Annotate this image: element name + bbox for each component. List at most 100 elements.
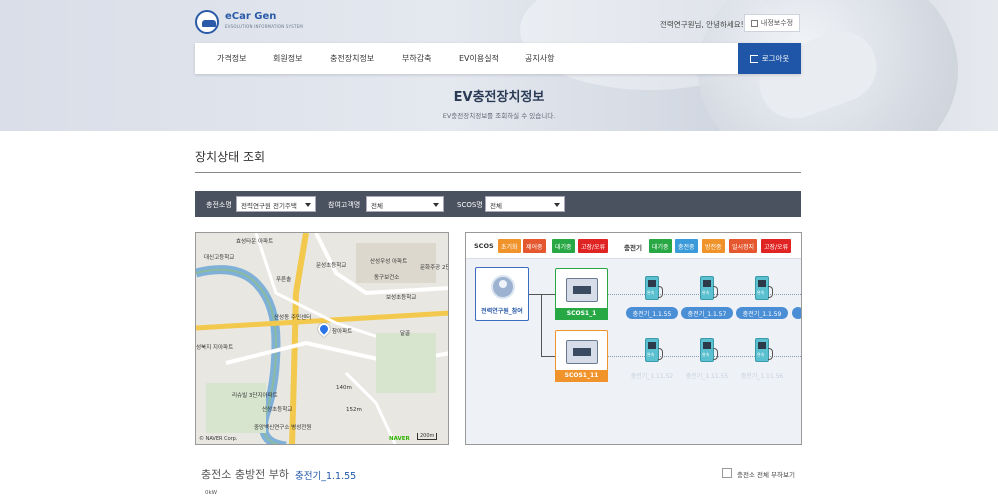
logout-button[interactable]: 로그아웃 — [738, 43, 801, 74]
tree-connector — [541, 294, 542, 356]
load-section-title: 충전소 충방전 부하 — [201, 468, 289, 481]
cable-icon — [713, 348, 718, 360]
show-all-load-checkbox[interactable] — [722, 468, 732, 478]
station-name: 전력연구원_참여 — [481, 308, 523, 315]
scos-legend-label: SCOS — [474, 242, 494, 250]
chevron-down-icon — [305, 203, 311, 207]
charger-legend-label: 충전기 — [624, 244, 642, 252]
tree-connector — [541, 356, 555, 357]
charger-node[interactable]: 완속 충전기_1.11.56 — [736, 336, 788, 392]
map-label: 대신고등학교 — [204, 255, 235, 261]
station-select-value: 전력연구원 전기주택 — [241, 202, 297, 210]
status-legend: SCOS 초기화 제어중 대기중 고장/오류 충전기 대기중 충전중 방전중 일… — [466, 233, 801, 259]
nav-item-notice[interactable]: 공지사항 — [525, 53, 554, 64]
user-icon — [491, 275, 515, 299]
cable-icon — [658, 286, 663, 298]
charger-node[interactable]: 완속 충전기_1.11.52 — [626, 336, 678, 392]
page: eCar Gen EVSOLUTION INFORMATION SYSTEM 전… — [0, 0, 998, 498]
scos-node[interactable]: SCOS1_11 — [555, 330, 608, 382]
map-label: 152m — [346, 407, 362, 413]
charger-node[interactable]: 완속 충전기_1.1.57 — [681, 274, 733, 330]
scos-status-badge: 초기화 — [498, 239, 521, 253]
scos-filter-label: SCOS명 — [457, 201, 483, 209]
section-title: 장치상태 조회 — [195, 150, 266, 164]
customer-select-value: 전체 — [371, 202, 383, 210]
map-label: 푸른솔 — [276, 277, 292, 283]
main-nav: 가격정보 회원정보 충전장치정보 부하감축 EV이용실적 공지사항 로그아웃 — [195, 43, 801, 74]
charger-status-badge: 방전중 — [702, 239, 725, 253]
scos-status-badge: 대기중 — [552, 239, 575, 253]
scos-select[interactable]: 전체 — [485, 196, 565, 212]
scos-status-badge: 제어중 — [523, 239, 546, 253]
cable-icon — [713, 286, 718, 298]
charger-icon — [700, 338, 714, 362]
charger-icon — [755, 338, 769, 362]
charger-icon — [755, 276, 769, 300]
tree-connector — [529, 294, 541, 295]
map-label: 참아파트 — [332, 329, 353, 335]
customer-select[interactable]: 전체 — [366, 196, 444, 212]
map-copyright: © NAVER Corp. — [199, 436, 238, 442]
charger-status-badge: 충전중 — [675, 239, 698, 253]
nav-item-charger-info[interactable]: 충전장치정보 — [330, 53, 374, 64]
map-label: 동구보건소 — [374, 275, 400, 281]
station-node[interactable]: 전력연구원_참여 — [475, 267, 529, 321]
nav-item-member[interactable]: 회원정보 — [273, 53, 302, 64]
charger-node[interactable]: 완속 충전기_1.1.59 — [736, 274, 788, 330]
map-label: 보성초등학교 — [386, 295, 417, 301]
map-view[interactable]: 효성타운 아파트 대신고등학교 문성초등학교 산성우성 아파트 동구보건소 푸른… — [195, 232, 449, 445]
filter-bar: 충전소명 전력연구원 전기주택 참여고객명 전체 SCOS명 전체 — [195, 191, 801, 217]
edit-profile-label: 내정보수정 — [760, 19, 794, 27]
nav-item-ev-usage[interactable]: EV이용실적 — [459, 53, 499, 64]
charger-type-tag: 완속 — [757, 352, 765, 357]
device-status-panel: SCOS 초기화 제어중 대기중 고장/오류 충전기 대기중 충전중 방전중 일… — [465, 232, 802, 445]
charger-type-tag: 완속 — [702, 290, 710, 295]
selected-charger: 충전기_1.1.55 — [295, 471, 357, 482]
charger-name-partial — [792, 307, 801, 319]
station-filter-label: 충전소명 — [206, 201, 232, 209]
chart-unit-label: 0kW — [205, 490, 218, 496]
charger-icon — [700, 276, 714, 300]
nav-item-load-reduction[interactable]: 부하감축 — [402, 53, 431, 64]
scos-status-badge: 고장/오류 — [578, 239, 609, 253]
scos-device-icon — [566, 340, 598, 364]
logout-label: 로그아웃 — [761, 54, 790, 63]
scos-name: SCOS1_11 — [555, 370, 608, 382]
map-label: 140m — [336, 385, 352, 391]
charger-name: 충전기_1.1.55 — [626, 307, 678, 319]
logo[interactable]: eCar Gen EVSOLUTION INFORMATION SYSTEM — [195, 10, 303, 34]
edit-profile-button[interactable]: 내정보수정 — [744, 14, 800, 32]
edit-icon — [750, 19, 758, 27]
nav-item-price[interactable]: 가격정보 — [217, 53, 246, 64]
charger-type-tag: 완속 — [647, 352, 655, 357]
cable-icon — [768, 286, 773, 298]
charger-status-badge: 일시정지 — [729, 239, 758, 253]
charger-name: 충전기_1.11.56 — [740, 373, 784, 380]
charger-name: 충전기_1.1.57 — [681, 307, 733, 319]
charger-node[interactable]: 완속 충전기_1.11.55 — [681, 336, 733, 392]
charger-type-tag: 완속 — [647, 290, 655, 295]
scos-device-icon — [566, 278, 598, 302]
show-all-load-label[interactable]: 충전소 전체 부하보기 — [737, 469, 795, 479]
map-label: 산성동 주민센터 — [274, 315, 312, 321]
divider — [195, 172, 801, 173]
map-label: 성북지 지아파트 — [196, 345, 234, 351]
tree-connector — [541, 294, 555, 295]
brand-name: eCar Gen — [225, 11, 277, 22]
map-label: 달골 — [400, 331, 411, 337]
charger-status-badge: 대기중 — [649, 239, 672, 253]
charger-name: 충전기_1.11.55 — [685, 373, 729, 380]
car-icon — [195, 10, 219, 34]
charger-name: 충전기_1.11.52 — [630, 373, 674, 380]
cable-icon — [658, 348, 663, 360]
cable-icon — [768, 348, 773, 360]
charger-node[interactable]: 완속 충전기_1.1.55 — [626, 274, 678, 330]
map-scale: 200m — [417, 433, 438, 440]
hero-banner: eCar Gen EVSOLUTION INFORMATION SYSTEM 전… — [0, 0, 998, 131]
charger-type-tag: 완속 — [702, 352, 710, 357]
map-label: 중앙백신연구소 병성전원 — [254, 425, 312, 431]
map-label: 리슈빌 3단지아파트 — [232, 393, 278, 399]
scos-node[interactable]: SCOS1_1 — [555, 268, 608, 320]
scos-name: SCOS1_1 — [555, 308, 608, 320]
station-select[interactable]: 전력연구원 전기주택 — [236, 196, 316, 212]
